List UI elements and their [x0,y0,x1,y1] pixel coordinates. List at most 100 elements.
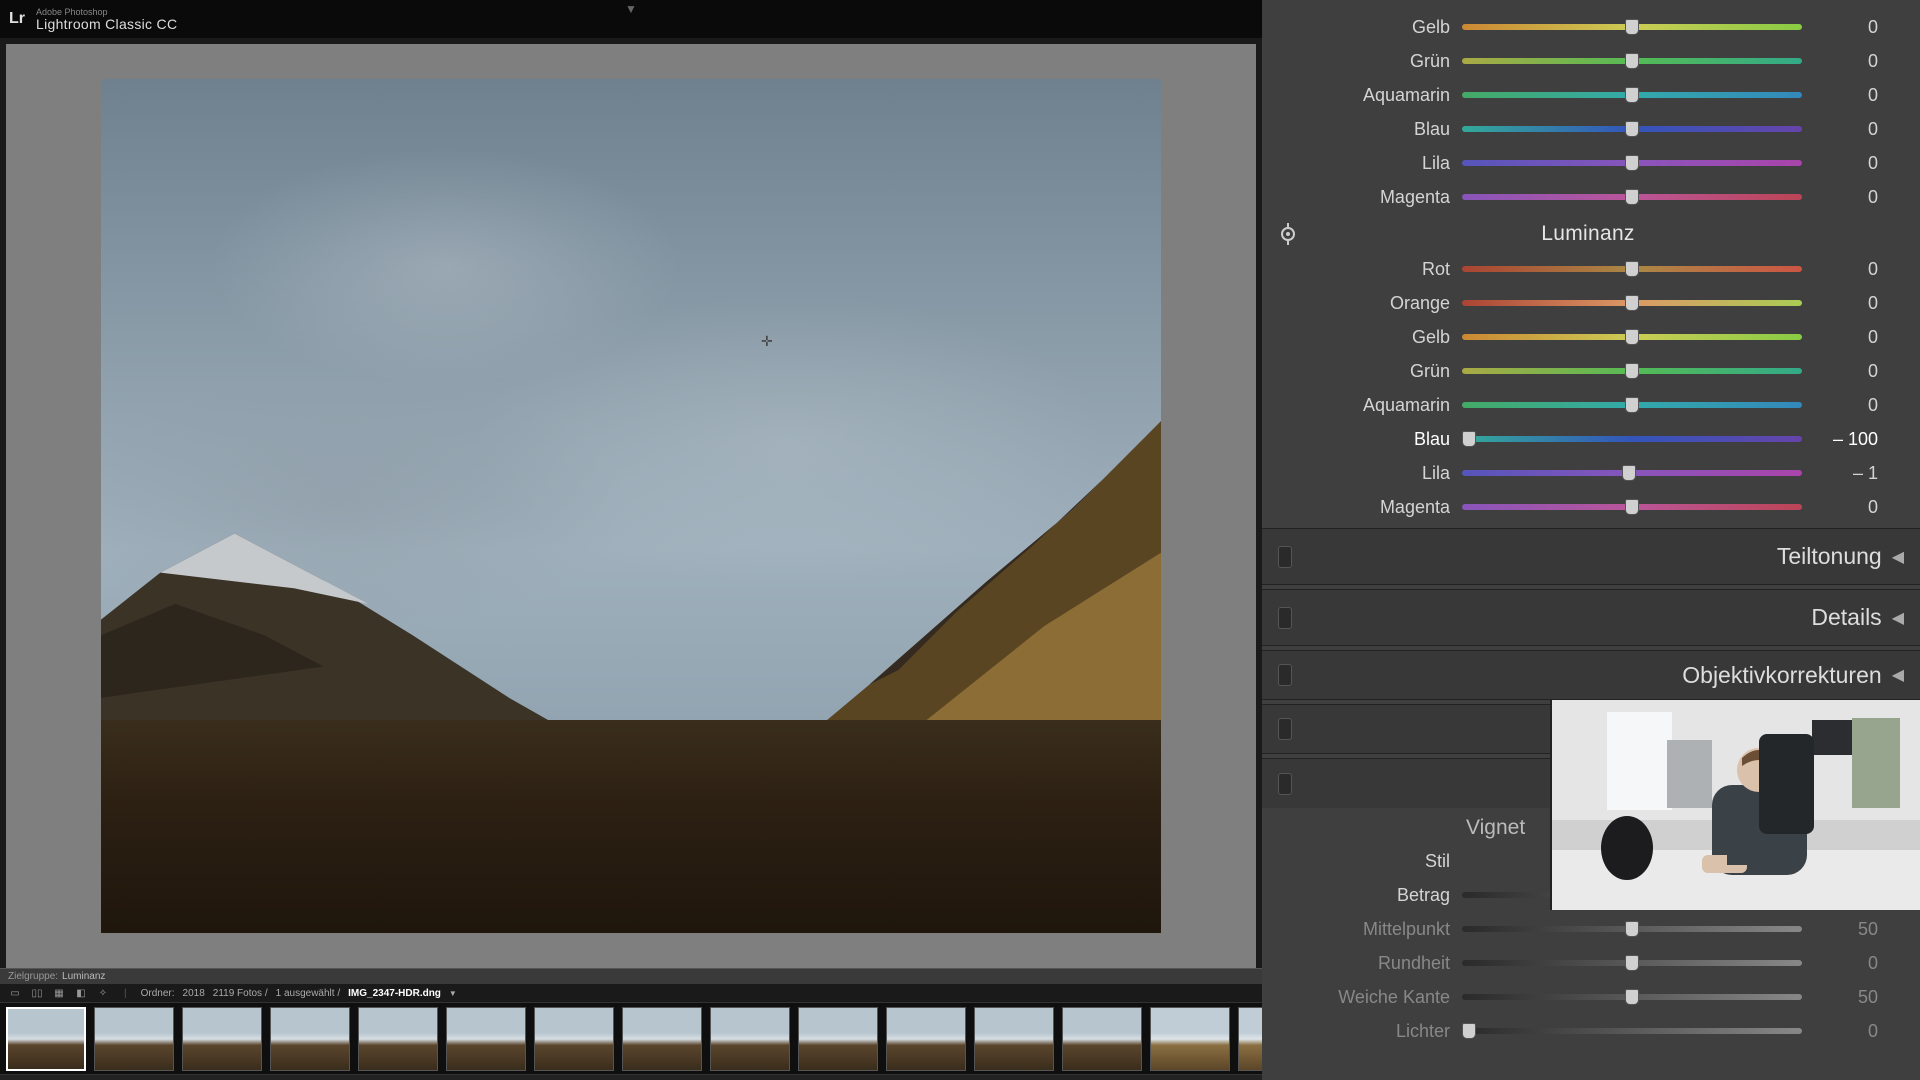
current-filename[interactable]: IMG_2347-HDR.dng [348,988,441,999]
filmstrip-thumb[interactable] [270,1007,350,1071]
filmstrip-scrollbar[interactable] [0,1074,1262,1080]
slider-value[interactable]: 0 [1814,153,1878,174]
slider-track[interactable] [1462,56,1802,66]
slider-handle[interactable] [1625,295,1639,311]
slider-track[interactable] [1462,90,1802,100]
filmstrip-thumb[interactable] [1062,1007,1142,1071]
slider-value[interactable]: 0 [1814,119,1878,140]
slider-handle[interactable] [1625,19,1639,35]
slider-value[interactable]: 0 [1814,187,1878,208]
slider-track[interactable] [1462,400,1802,410]
slider-handle[interactable] [1625,397,1639,413]
view-mode-1-icon[interactable]: ▭ [8,986,22,1000]
survey-icon[interactable]: ✧ [96,986,110,1000]
slider-handle[interactable] [1625,921,1639,937]
panel-switch[interactable] [1278,607,1292,629]
grid-icon[interactable]: ▦ [52,986,66,1000]
filmstrip-thumb[interactable] [6,1007,86,1071]
collapse-icon[interactable]: ◀ [1892,608,1904,628]
slider-handle[interactable] [1625,499,1639,515]
folder-value[interactable]: 2018 [183,988,205,999]
slider-value[interactable]: 0 [1814,17,1878,38]
slider-handle[interactable] [1625,121,1639,137]
slider-value[interactable]: 0 [1814,327,1878,348]
slider-handle[interactable] [1625,329,1639,345]
slider-value[interactable]: 50 [1814,919,1878,940]
slider-track[interactable] [1462,502,1802,512]
slider-handle[interactable] [1625,189,1639,205]
view-mode-2-icon[interactable]: ▯▯ [30,986,44,1000]
slider-value[interactable]: 0 [1814,85,1878,106]
collapse-icon[interactable]: ◀ [1892,665,1904,685]
filmstrip-thumb[interactable] [182,1007,262,1071]
slider-handle[interactable] [1625,955,1639,971]
details-panel[interactable]: Details ◀ [1262,589,1920,646]
slider-track[interactable] [1462,22,1802,32]
panel-switch[interactable] [1278,664,1292,686]
panel-switch[interactable] [1278,718,1292,740]
filmstrip-thumb[interactable] [534,1007,614,1071]
slider-value[interactable]: 0 [1814,1021,1878,1042]
slider-track[interactable] [1462,1026,1802,1036]
filmstrip-thumb[interactable] [798,1007,878,1071]
slider-label: Rot [1280,259,1450,280]
slider-value[interactable]: 0 [1814,497,1878,518]
slider-value[interactable]: 0 [1814,361,1878,382]
target-adjust-cursor-icon: ✛ [761,333,773,350]
targeted-adjustment-icon[interactable] [1274,220,1302,248]
slider-value[interactable]: 0 [1814,293,1878,314]
photo-preview[interactable]: ✛ [101,79,1161,933]
collapse-icon[interactable]: ◀ [1892,547,1904,567]
slider-track[interactable] [1462,264,1802,274]
slider-label: Magenta [1280,187,1450,208]
slider-handle[interactable] [1625,53,1639,69]
slider-handle[interactable] [1625,261,1639,277]
slider-track[interactable] [1462,468,1802,478]
canvas[interactable]: ✛ [6,44,1256,968]
filmstrip-thumb[interactable] [358,1007,438,1071]
slider-value[interactable]: 0 [1814,395,1878,416]
filmstrip-thumb[interactable] [446,1007,526,1071]
slider-track[interactable] [1462,124,1802,134]
slider-handle[interactable] [1462,1023,1476,1039]
slider-track[interactable] [1462,192,1802,202]
slider-value[interactable]: 50 [1814,987,1878,1008]
slider-value[interactable]: – 1 [1814,463,1878,484]
slider-track[interactable] [1462,992,1802,1002]
slider-handle[interactable] [1622,465,1636,481]
filmstrip-thumb[interactable] [94,1007,174,1071]
slider-track[interactable] [1462,158,1802,168]
slider-handle[interactable] [1625,87,1639,103]
filmstrip-thumb[interactable] [1238,1007,1262,1071]
slider-handle[interactable] [1625,155,1639,171]
split-toning-panel[interactable]: Teiltonung ◀ [1262,528,1920,585]
slider-value[interactable]: – 100 [1814,429,1878,450]
panel-scroll[interactable]: Gelb0Grün0Aquamarin0Blau0Lila0Magenta0 L… [1262,0,1920,524]
slider-track[interactable] [1462,332,1802,342]
filmstrip-thumb[interactable] [886,1007,966,1071]
compare-icon[interactable]: ◧ [74,986,88,1000]
slider-handle[interactable] [1625,989,1639,1005]
filename-dropdown-icon[interactable]: ▼ [449,989,457,998]
filmstrip-thumb[interactable] [974,1007,1054,1071]
slider-label: Lichter [1280,1021,1450,1042]
toolbar-expand-icon[interactable]: ▼ [625,2,637,16]
filmstrip-thumb[interactable] [1150,1007,1230,1071]
filmstrip[interactable] [0,1002,1262,1074]
slider-track[interactable] [1462,366,1802,376]
slider-value[interactable]: 0 [1814,259,1878,280]
panel-switch[interactable] [1278,773,1292,795]
filmstrip-thumb[interactable] [710,1007,790,1071]
slider-handle[interactable] [1462,431,1476,447]
slider-label: Lila [1280,463,1450,484]
slider-track[interactable] [1462,924,1802,934]
slider-handle[interactable] [1625,363,1639,379]
slider-track[interactable] [1462,958,1802,968]
slider-value[interactable]: 0 [1814,51,1878,72]
slider-track[interactable] [1462,298,1802,308]
slider-value[interactable]: 0 [1814,953,1878,974]
filmstrip-thumb[interactable] [622,1007,702,1071]
slider-track[interactable] [1462,434,1802,444]
panel-switch[interactable] [1278,546,1292,568]
lens-corrections-panel[interactable]: Objektivkorrekturen ◀ [1262,650,1920,700]
